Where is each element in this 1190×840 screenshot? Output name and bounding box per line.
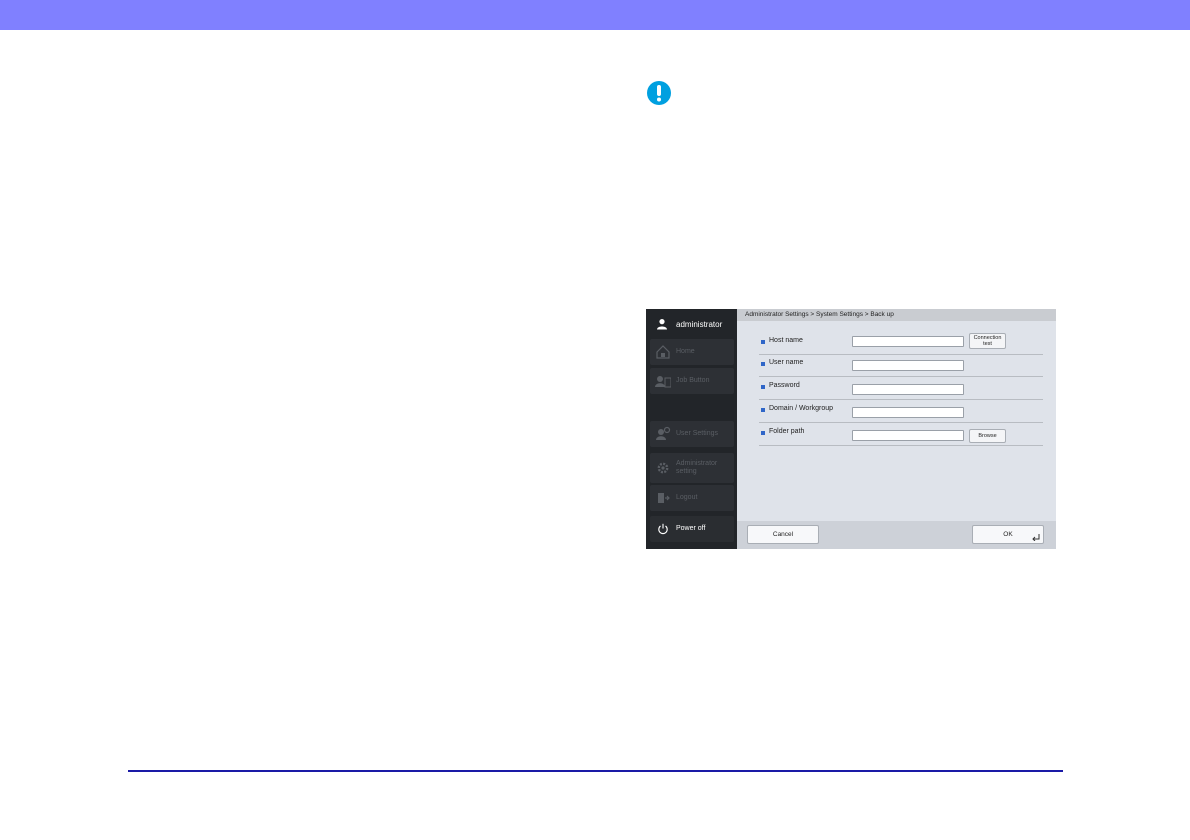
gear-icon (655, 460, 671, 476)
enter-icon (1032, 534, 1040, 541)
sidebar-item-label: Home (676, 348, 695, 355)
sidebar-item-administrator-setting[interactable]: Administrator setting (650, 453, 734, 483)
footer-divider (128, 770, 1063, 772)
form-row-folder-path: Folder path Browse (759, 424, 1043, 446)
field-label: Domain / Workgroup (769, 405, 834, 412)
sidebar-item-label: Power off (676, 525, 706, 532)
sidebar-item-label: Logout (676, 494, 698, 501)
footer-bar: Cancel OK (737, 521, 1056, 549)
power-icon (655, 521, 671, 537)
cancel-button-label: Cancel (772, 531, 794, 538)
job-button-icon (655, 373, 671, 389)
host-name-input[interactable] (852, 336, 964, 347)
cancel-button[interactable]: Cancel (747, 525, 819, 544)
browse-button[interactable]: Browse (969, 429, 1006, 443)
sidebar-item-user-settings[interactable]: User Settings (650, 421, 734, 447)
user-name: administrator (676, 319, 723, 329)
sidebar-item-label: User Settings (676, 430, 719, 437)
sidebar-item-logout[interactable]: Logout (650, 485, 734, 511)
field-label: Host name (769, 337, 803, 344)
field-bullet (761, 362, 765, 366)
field-bullet (761, 431, 765, 435)
form-row-user-name: User name (759, 355, 1043, 377)
sidebar-item-job-button[interactable]: Job Button (650, 368, 734, 394)
form-row-domain-workgroup: Domain / Workgroup (759, 401, 1043, 423)
home-icon (655, 344, 671, 360)
logout-icon (655, 490, 671, 506)
field-label: User name (769, 359, 804, 366)
sidebar: administrator Home Job Button User Setti… (646, 309, 736, 549)
field-bullet (761, 408, 765, 412)
main-panel: Administrator Settings > System Settings… (737, 309, 1056, 549)
ok-button-label: OK (1003, 531, 1013, 538)
connection-test-button[interactable]: Connection test (969, 333, 1006, 349)
breadcrumb: Administrator Settings > System Settings… (737, 309, 1056, 321)
sidebar-item-label: Job Button (676, 377, 710, 384)
domain-workgroup-input[interactable] (852, 407, 964, 418)
folder-path-input[interactable] (852, 430, 964, 441)
user-name-input[interactable] (852, 360, 964, 371)
user-settings-icon (655, 426, 671, 442)
field-label: Password (769, 382, 800, 389)
field-label: Folder path (769, 428, 805, 435)
field-bullet (761, 385, 765, 389)
user-indicator: administrator (650, 312, 734, 336)
power-off-button[interactable]: Power off (650, 516, 734, 542)
top-header-band (0, 0, 1190, 30)
device-screenshot: administrator Home Job Button User Setti… (646, 309, 1056, 549)
sidebar-item-home[interactable]: Home (650, 339, 734, 365)
user-icon (657, 319, 667, 330)
form-row-host-name: Host name Connection test (759, 333, 1043, 355)
exclamation-icon (647, 81, 671, 105)
sidebar-item-label: Administrator setting (676, 460, 718, 475)
ok-button[interactable]: OK (972, 525, 1044, 544)
password-input[interactable] (852, 384, 964, 395)
field-bullet (761, 340, 765, 344)
form-row-password: Password (759, 378, 1043, 400)
